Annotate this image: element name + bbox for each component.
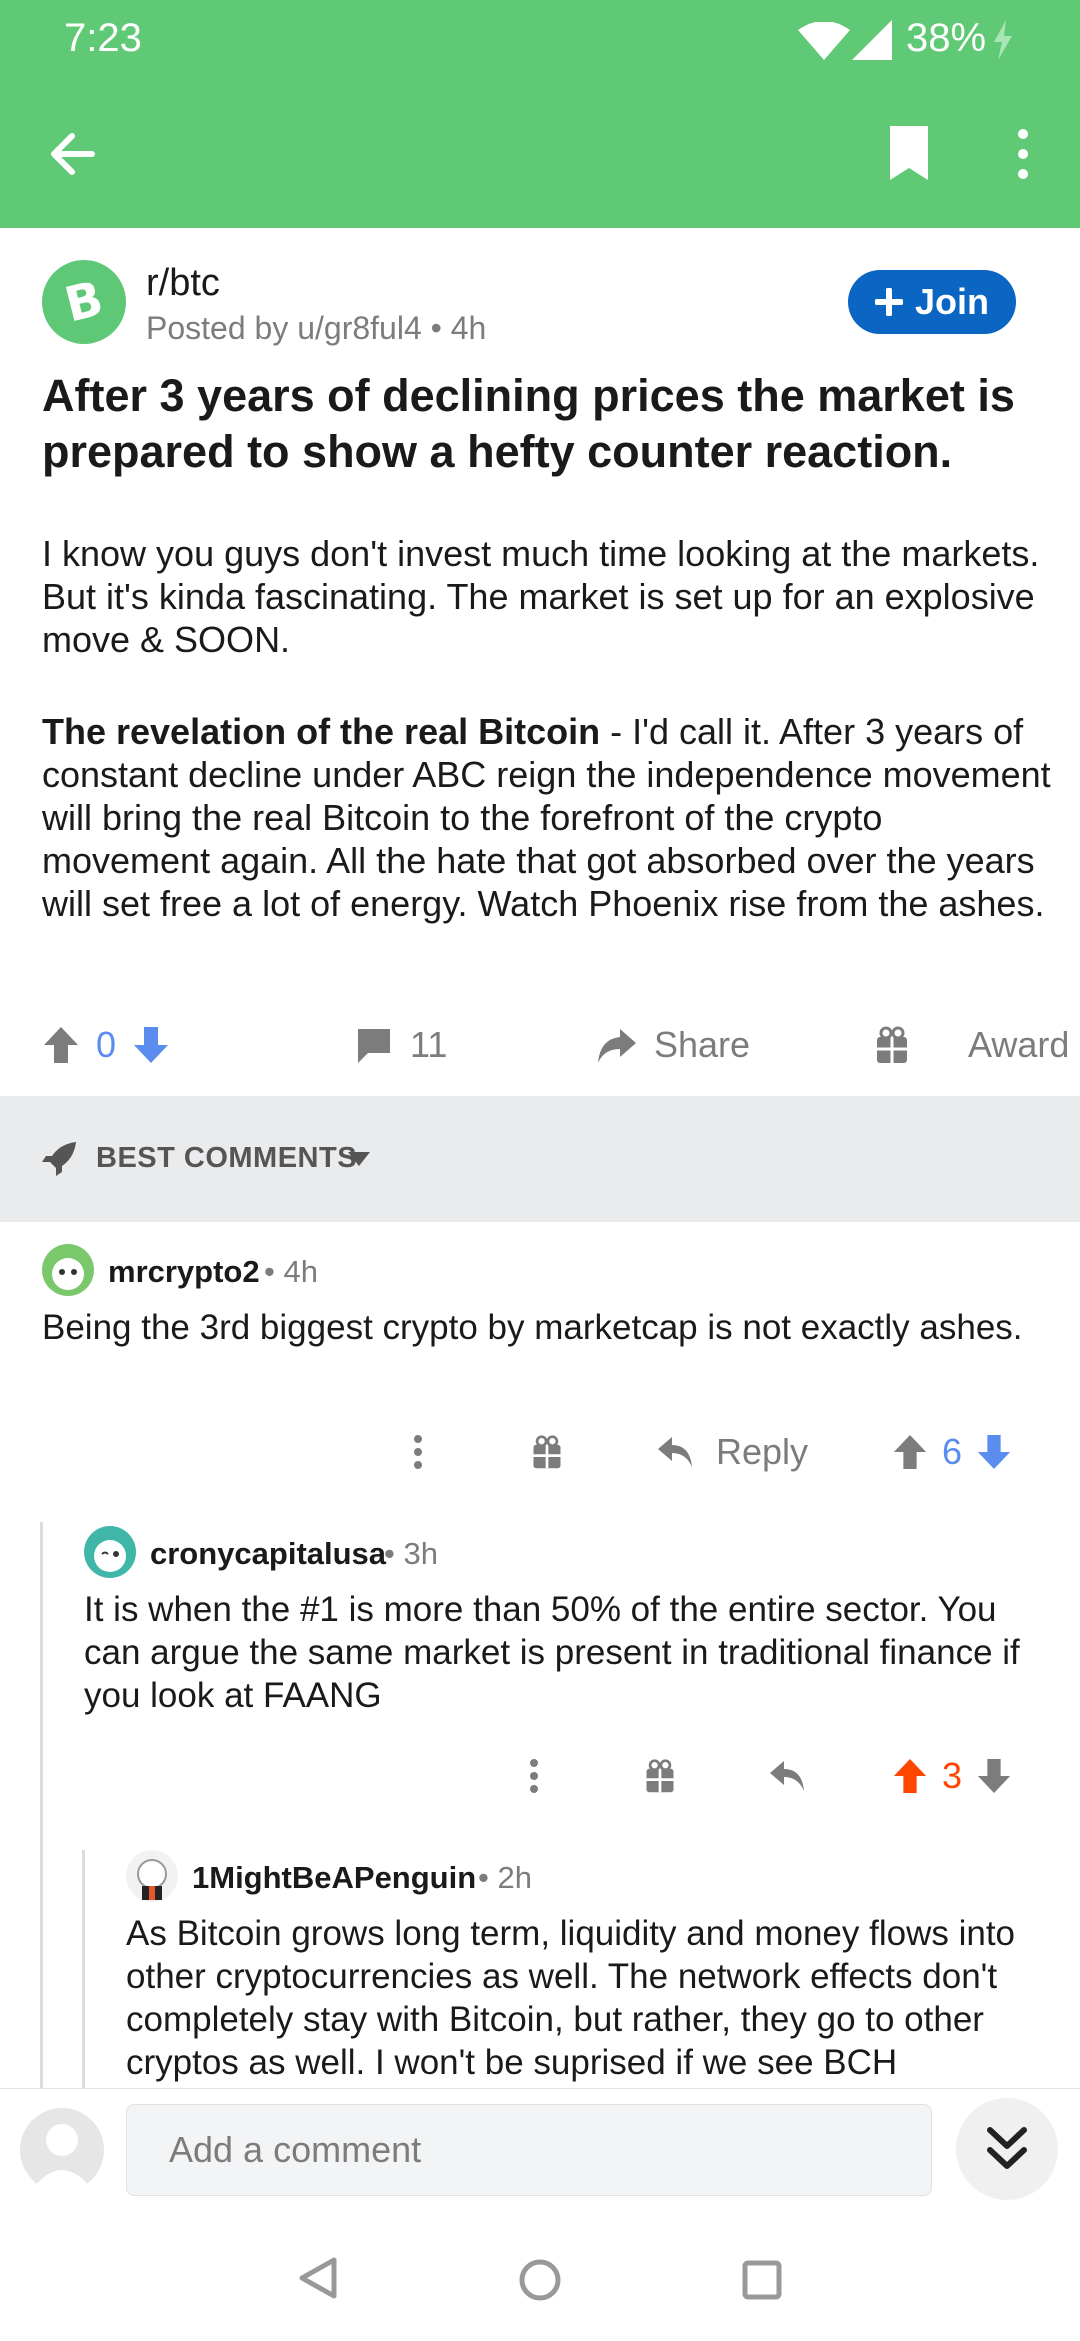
thread-line[interactable] (82, 1850, 85, 2090)
join-button[interactable]: Join (848, 270, 1016, 334)
reply-button[interactable]: Reply (656, 1422, 808, 1482)
comment-vote-group: 6 (892, 1422, 1012, 1482)
comment-award-button[interactable] (530, 1422, 564, 1482)
avatar[interactable] (126, 1850, 178, 1902)
bookmark-icon[interactable] (886, 124, 932, 182)
share-label: Share (654, 1024, 751, 1065)
add-comment-placeholder: Add a comment (169, 2129, 422, 2170)
comment-more-button[interactable] (528, 1746, 540, 1806)
comment-award-button[interactable] (643, 1746, 677, 1806)
avatar-icon (94, 1540, 126, 1572)
battery-percent: 38% (906, 16, 987, 60)
charging-icon (994, 20, 1012, 60)
avatar[interactable] (84, 1526, 136, 1578)
avatar-icon (52, 1258, 84, 1290)
user-avatar[interactable] (20, 2108, 104, 2192)
post-meta: Posted by u/gr8ful4 • 4h (146, 310, 486, 347)
post-paragraph-2-bold: The revelation of the real Bitcoin (42, 711, 601, 752)
upvote-icon[interactable] (892, 1757, 928, 1795)
post-title: After 3 years of declining prices the ma… (42, 370, 1015, 477)
subreddit-avatar[interactable]: B (42, 260, 126, 344)
comment-age-value: 3h (403, 1536, 438, 1571)
sort-label: BEST COMMENTS (96, 1142, 358, 1174)
plus-icon (874, 288, 903, 316)
post-vote-count: 0 (96, 1024, 117, 1065)
join-label: Join (914, 281, 989, 322)
gift-icon (877, 1026, 907, 1063)
reply-icon (770, 1761, 804, 1791)
chevron-down-icon (348, 1152, 370, 1166)
comment-username[interactable]: cronycapitalusa (150, 1536, 386, 1572)
downvote-icon[interactable] (132, 1025, 170, 1065)
add-comment-input[interactable]: Add a comment (126, 2104, 932, 2196)
comment-count: 11 (410, 1024, 448, 1065)
award-label: Award (968, 1024, 1070, 1065)
app-header: 7:23 38% (0, 0, 1080, 228)
award-button[interactable]: Award (874, 1010, 1069, 1080)
avatar-icon (137, 1859, 167, 1900)
post-paragraph-2: The revelation of the real Bitcoin - I'd… (42, 710, 1052, 925)
double-chevron-down-icon (987, 2127, 1027, 2169)
comment-action-bar: 3 (0, 1746, 1080, 1806)
more-vert-icon[interactable] (1010, 126, 1036, 182)
wifi-icon (798, 22, 850, 60)
comment-text: As Bitcoin grows long term, liquidity an… (126, 1914, 1016, 2082)
comment-username[interactable]: mrcrypto2 (108, 1254, 260, 1290)
comment-icon (358, 1029, 390, 1063)
avatar-icon (30, 2124, 94, 2192)
post-age: 4h (450, 310, 487, 346)
more-vert-icon (414, 1435, 422, 1469)
share-button[interactable]: Share (594, 1010, 750, 1080)
comment-text: It is when the #1 is more than 50% of th… (84, 1590, 1020, 1715)
comment-age: • 3h (384, 1536, 438, 1571)
upvote-icon[interactable] (892, 1433, 928, 1471)
comment-age: • 4h (264, 1254, 318, 1289)
comment-more-button[interactable] (412, 1422, 424, 1482)
top-app-bar (0, 80, 1080, 228)
more-vert-icon (530, 1759, 538, 1793)
downvote-icon[interactable] (976, 1757, 1012, 1795)
nav-recents-icon[interactable] (742, 2260, 782, 2300)
comment-username[interactable]: 1MightBeAPenguin (192, 1860, 476, 1896)
post-paragraph-1: I know you guys don't invest much time l… (42, 533, 1040, 660)
status-bar: 7:23 38% (0, 0, 1080, 80)
collapse-comments-button[interactable] (956, 2098, 1058, 2200)
subreddit-name[interactable]: r/btc (146, 262, 220, 305)
system-nav-bar (0, 2220, 1080, 2340)
meta-separator: • (430, 310, 451, 346)
reply-label: Reply (716, 1431, 809, 1472)
post-action-bar: 0 11 Share Award (0, 1010, 1080, 1080)
avatar[interactable] (42, 1244, 94, 1296)
comment-vote-group: 3 (892, 1746, 1012, 1806)
downvote-icon[interactable] (976, 1433, 1012, 1471)
rocket-icon (42, 1142, 76, 1176)
comment-age-value: 4h (283, 1254, 318, 1289)
bitcoin-cash-icon: B (59, 270, 108, 333)
reply-icon (658, 1437, 692, 1467)
comment-text: Being the 3rd biggest crypto by marketca… (42, 1308, 1023, 1347)
upvote-icon[interactable] (42, 1025, 80, 1065)
comments-button[interactable]: 11 (354, 1010, 447, 1080)
svg-text:B: B (59, 270, 108, 333)
share-icon (598, 1029, 636, 1063)
gift-icon (646, 1759, 674, 1793)
comment-age: • 2h (478, 1860, 532, 1895)
signal-icon (852, 20, 892, 60)
comment-action-bar: Reply 6 (0, 1422, 1080, 1482)
nav-back-icon[interactable] (298, 2256, 338, 2300)
status-time: 7:23 (64, 16, 142, 60)
comment-vote-count: 3 (942, 1755, 963, 1796)
post-vote-group: 0 (42, 1010, 170, 1080)
comment-age-value: 2h (497, 1860, 532, 1895)
reply-button[interactable] (768, 1746, 806, 1806)
posted-by[interactable]: Posted by u/gr8ful4 (146, 310, 422, 346)
gift-icon (533, 1435, 561, 1469)
back-arrow-icon[interactable] (46, 128, 98, 180)
thread-line[interactable] (40, 1522, 43, 2092)
comment-sort-bar[interactable]: BEST COMMENTS (0, 1096, 1080, 1222)
nav-home-icon[interactable] (518, 2258, 562, 2302)
comment-vote-count: 6 (942, 1431, 963, 1472)
